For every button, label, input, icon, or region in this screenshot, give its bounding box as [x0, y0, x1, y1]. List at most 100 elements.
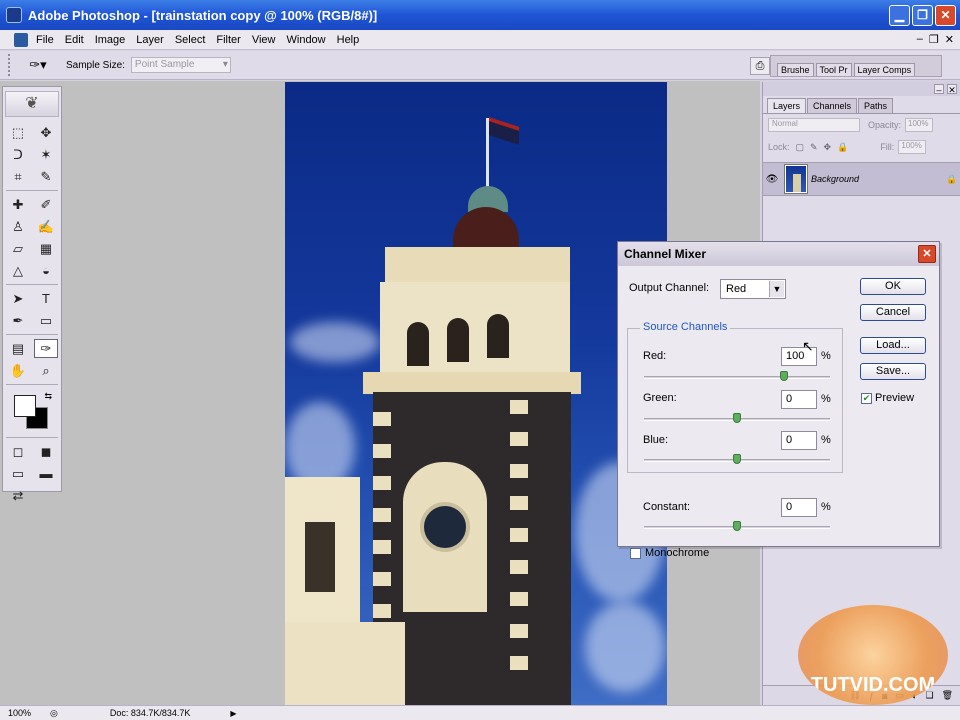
- sky-cloud: [290, 322, 380, 362]
- adobe-online-feather-icon[interactable]: ❦: [5, 91, 59, 117]
- blue-value-field[interactable]: 0: [781, 431, 817, 450]
- panel-minimize-icon[interactable]: –: [934, 84, 944, 95]
- path-select-icon[interactable]: ➤: [6, 289, 30, 308]
- zoom-tool-icon[interactable]: ⌕: [34, 361, 58, 380]
- sample-size-select[interactable]: Point Sample: [130, 57, 231, 73]
- sky-cloud: [585, 602, 665, 692]
- dialog-close-button[interactable]: ✕: [918, 245, 936, 263]
- tab-channels[interactable]: Channels: [807, 98, 858, 113]
- slice-tool-icon[interactable]: ✎: [34, 167, 58, 186]
- tower-quoin: [510, 528, 528, 542]
- preview-checkbox[interactable]: ✔: [861, 393, 872, 404]
- jump-to-imageready-icon[interactable]: ⇄: [6, 486, 30, 505]
- pen-tool-icon[interactable]: ✒: [6, 311, 30, 330]
- lock-options-icon[interactable]: ▢✎✥🔒: [796, 142, 855, 153]
- blur-tool-icon[interactable]: △: [6, 261, 30, 280]
- output-channel-select[interactable]: Red ▼: [720, 279, 786, 299]
- crop-tool-icon[interactable]: ⌗: [6, 167, 30, 186]
- red-slider-thumb[interactable]: [779, 371, 788, 381]
- panel-close-icon[interactable]: ✕: [947, 84, 957, 95]
- tool-preset-picker[interactable]: ✑▾: [24, 55, 52, 75]
- menu-bar: File Edit Image Layer Select Filter View…: [0, 30, 960, 50]
- marquee-tool-icon[interactable]: ⬚: [6, 123, 30, 142]
- menu-edit[interactable]: Edit: [65, 34, 84, 46]
- zoom-navigator-icon[interactable]: ◎: [50, 708, 58, 719]
- cancel-button[interactable]: Cancel: [860, 304, 926, 321]
- shape-tool-icon[interactable]: ▭: [34, 311, 58, 330]
- new-layer-icon[interactable]: ❏: [925, 690, 933, 701]
- healing-brush-icon[interactable]: ✚: [6, 195, 30, 214]
- close-button[interactable]: ✕: [935, 5, 956, 26]
- hand-tool-icon[interactable]: ✋: [6, 361, 30, 380]
- well-tab-tool-presets[interactable]: Tool Pr: [815, 63, 852, 76]
- blend-mode-select[interactable]: Normal: [768, 118, 860, 132]
- swap-colors-icon[interactable]: ⇆: [44, 391, 52, 402]
- well-tab-layer-comps[interactable]: Layer Comps: [853, 63, 916, 76]
- quickmask-mode-icon[interactable]: ◼: [34, 442, 58, 461]
- document-window-controls: – ❐ ✕: [917, 33, 954, 46]
- stamp-tool-icon[interactable]: ♙: [6, 217, 30, 236]
- zoom-level[interactable]: 100%: [0, 708, 50, 718]
- move-tool-icon[interactable]: ✥: [34, 123, 58, 142]
- options-bar-grip[interactable]: [8, 54, 12, 76]
- brush-tool-icon[interactable]: ✐: [34, 195, 58, 214]
- eraser-tool-icon[interactable]: ▱: [6, 239, 30, 258]
- minimize-button[interactable]: ▁: [889, 5, 910, 26]
- blue-slider-thumb[interactable]: [733, 454, 741, 464]
- doc-restore-button[interactable]: ❐: [929, 33, 939, 46]
- menu-help[interactable]: Help: [337, 34, 360, 46]
- doc-minimize-button[interactable]: –: [917, 33, 923, 46]
- lasso-tool-icon[interactable]: ᑐ: [6, 145, 30, 164]
- restore-button[interactable]: ❐: [912, 5, 933, 26]
- monochrome-checkbox[interactable]: [630, 548, 641, 559]
- trash-icon[interactable]: 🗑: [942, 690, 953, 701]
- eyedropper-tool-icon[interactable]: ✑: [34, 339, 58, 358]
- save-button[interactable]: Save...: [860, 363, 926, 380]
- history-brush-icon[interactable]: ✍: [34, 217, 58, 236]
- tower-window: [407, 322, 429, 366]
- notes-tool-icon[interactable]: ▤: [6, 339, 30, 358]
- gradient-tool-icon[interactable]: ▦: [34, 239, 58, 258]
- window-title-bar: Adobe Photoshop - [trainstation copy @ 1…: [0, 0, 960, 30]
- menu-filter[interactable]: Filter: [216, 34, 240, 46]
- file-browser-icon[interactable]: ⎙: [750, 57, 770, 75]
- doc-close-button[interactable]: ✕: [945, 33, 954, 46]
- fill-label: Fill:: [880, 142, 895, 152]
- opacity-field[interactable]: 100%: [905, 118, 934, 132]
- green-slider-thumb[interactable]: [733, 413, 741, 423]
- screen-mode-icon[interactable]: ▭: [6, 464, 30, 483]
- menu-view[interactable]: View: [252, 34, 276, 46]
- ok-button[interactable]: OK: [860, 278, 926, 295]
- menu-layer[interactable]: Layer: [136, 34, 164, 46]
- left-building-window: [305, 522, 335, 592]
- layer-background-row[interactable]: 👁 Background 🔒: [763, 162, 960, 196]
- tab-paths[interactable]: Paths: [858, 98, 894, 113]
- document-icon[interactable]: [14, 32, 28, 47]
- dodge-tool-icon[interactable]: ◒: [34, 261, 58, 280]
- menu-file[interactable]: File: [36, 34, 54, 46]
- fullscreen-mode-icon[interactable]: ▬: [34, 464, 58, 483]
- well-tab-brushes[interactable]: Brushe: [777, 63, 814, 76]
- watermark-text: TUTVID.COM: [810, 674, 936, 696]
- status-menu-arrow-icon[interactable]: ▶: [230, 709, 236, 718]
- type-tool-icon[interactable]: T: [34, 289, 58, 308]
- constant-slider-thumb[interactable]: [733, 521, 741, 531]
- tower-quoin: [373, 508, 391, 522]
- preview-label: Preview: [875, 392, 915, 404]
- eye-icon[interactable]: 👁: [763, 174, 781, 185]
- constant-value-field[interactable]: 0: [781, 498, 817, 517]
- menu-image[interactable]: Image: [95, 34, 126, 46]
- tab-layers[interactable]: Layers: [767, 98, 807, 113]
- layer-lock-icon: 🔒: [946, 173, 958, 184]
- foreground-color-swatch[interactable]: [14, 395, 36, 417]
- red-slider-track[interactable]: [644, 376, 830, 379]
- menu-window[interactable]: Window: [287, 34, 326, 46]
- standard-mode-icon[interactable]: ◻: [6, 442, 30, 461]
- magic-wand-icon[interactable]: ✶: [34, 145, 58, 164]
- document-canvas[interactable]: [285, 82, 667, 705]
- menu-select[interactable]: Select: [175, 34, 206, 46]
- fill-field[interactable]: 100%: [898, 140, 927, 154]
- tower-quoin: [373, 444, 391, 458]
- load-button[interactable]: Load...: [860, 337, 926, 354]
- green-value-field[interactable]: 0: [781, 390, 817, 409]
